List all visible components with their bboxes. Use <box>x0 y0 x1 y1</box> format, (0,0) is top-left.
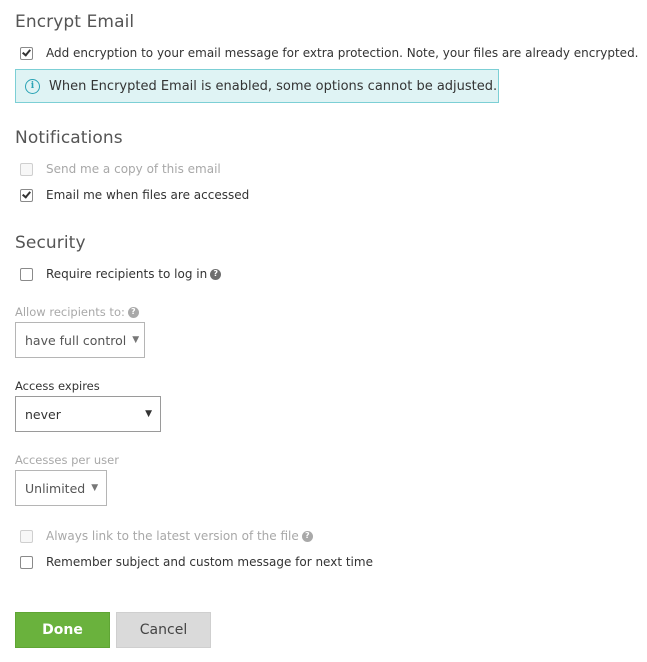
info-banner-text: When Encrypted Email is enabled, some op… <box>49 78 498 94</box>
latest-version-label: Always link to the latest version of the… <box>46 529 299 543</box>
accesses-per-user-value: Unlimited <box>25 480 86 496</box>
allow-recipients-label-row: Allow recipients to: ? <box>15 305 139 319</box>
email-accessed-checkbox[interactable] <box>20 188 33 202</box>
require-login-row[interactable]: Require recipients to log in ? <box>20 267 222 281</box>
encrypt-checkbox-label: Add encryption to your email message for… <box>46 46 639 60</box>
require-login-checkbox[interactable] <box>20 267 33 281</box>
notifications-heading: Notifications <box>15 128 123 148</box>
remember-message-checkbox[interactable] <box>20 555 33 569</box>
check-icon <box>22 189 31 199</box>
encrypt-checkbox[interactable] <box>20 46 33 60</box>
encrypt-email-heading: Encrypt Email <box>15 12 135 32</box>
access-expires-value: never <box>25 406 61 422</box>
encrypted-info-banner: i When Encrypted Email is enabled, some … <box>15 69 499 103</box>
accesses-per-user-select: Unlimited ▼ <box>15 470 107 506</box>
allow-recipients-value: have full control <box>25 332 127 348</box>
question-icon[interactable]: ? <box>127 306 139 318</box>
remember-message-label: Remember subject and custom message for … <box>46 555 373 569</box>
remember-message-row[interactable]: Remember subject and custom message for … <box>20 555 373 569</box>
check-icon <box>22 47 31 57</box>
chevron-down-icon: ▼ <box>145 409 152 419</box>
send-copy-checkbox <box>20 162 33 176</box>
latest-version-row: Always link to the latest version of the… <box>20 529 313 543</box>
cancel-button[interactable]: Cancel <box>116 612 211 648</box>
access-expires-label: Access expires <box>15 379 100 393</box>
allow-recipients-select: have full control ▼ <box>15 322 145 358</box>
security-heading: Security <box>15 233 86 253</box>
latest-version-checkbox <box>20 529 33 543</box>
access-expires-select[interactable]: never ▼ <box>15 396 161 432</box>
email-accessed-row[interactable]: Email me when files are accessed <box>20 188 249 202</box>
send-copy-row: Send me a copy of this email <box>20 162 221 176</box>
info-icon: i <box>25 78 40 94</box>
question-icon[interactable]: ? <box>301 530 313 542</box>
done-button[interactable]: Done <box>15 612 110 648</box>
question-icon[interactable]: ? <box>210 268 222 280</box>
allow-recipients-label: Allow recipients to: <box>15 305 125 319</box>
accesses-per-user-label: Accesses per user <box>15 453 119 467</box>
encrypt-checkbox-row[interactable]: Add encryption to your email message for… <box>20 46 639 60</box>
chevron-down-icon: ▼ <box>132 335 140 345</box>
chevron-down-icon: ▼ <box>91 483 99 493</box>
send-copy-label: Send me a copy of this email <box>46 162 221 176</box>
email-accessed-label: Email me when files are accessed <box>46 188 250 202</box>
require-login-label: Require recipients to log in <box>46 267 208 281</box>
